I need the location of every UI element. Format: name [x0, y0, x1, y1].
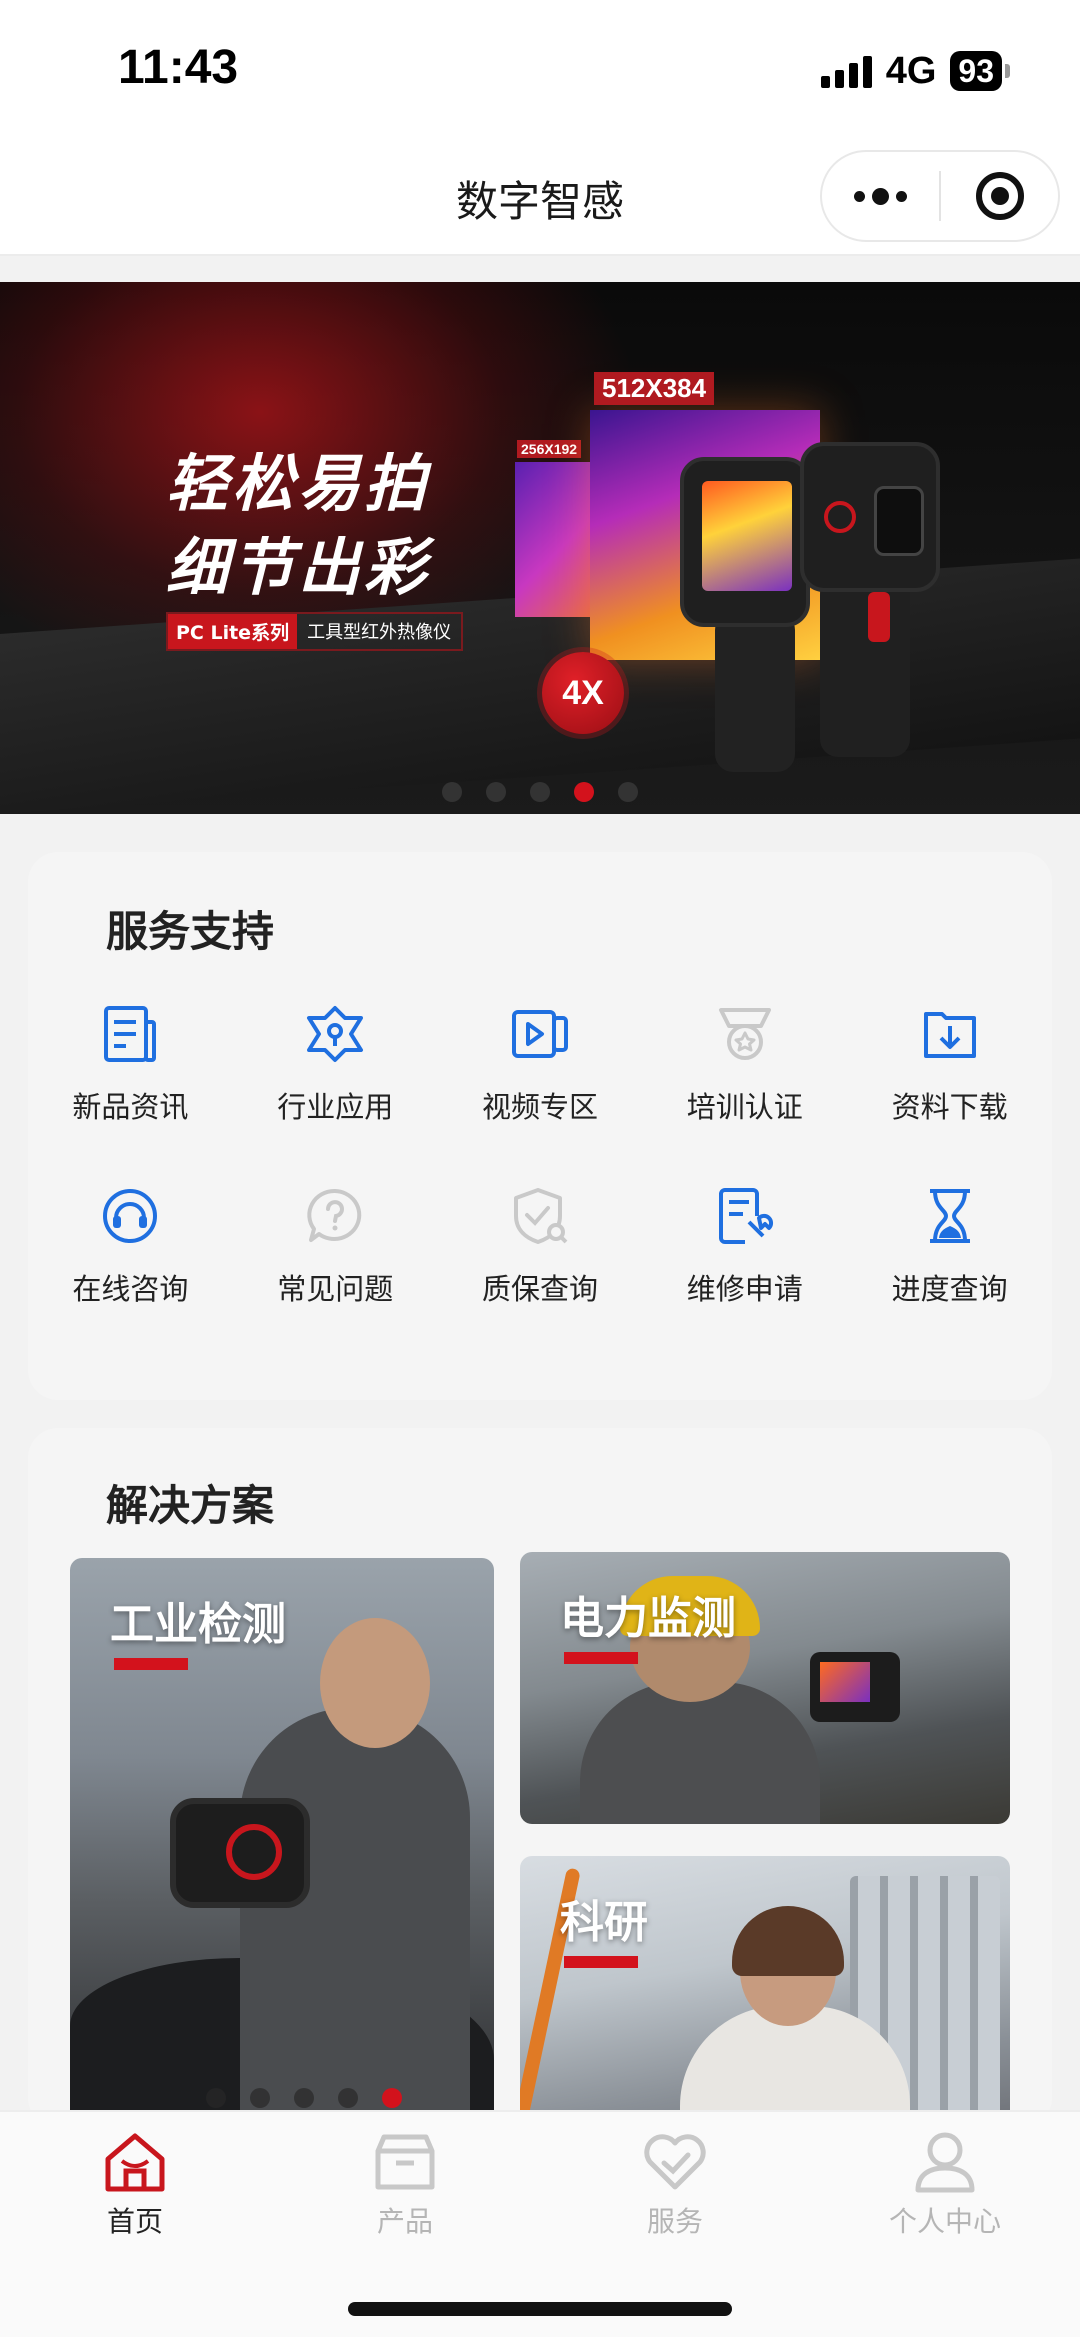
thermal-camera-back	[800, 442, 940, 592]
user-icon	[911, 2128, 979, 2196]
battery-icon: 93	[950, 51, 1010, 91]
industry-app-icon	[303, 1002, 367, 1066]
service-support-card: 服务支持 新品资讯 行业应用 视频专区 培训认证 资料下载 在线咨询 常见问题 …	[28, 852, 1052, 1400]
solution-dot[interactable]	[338, 2088, 358, 2108]
zoom-badge: 4X	[542, 652, 624, 734]
service-item-news[interactable]: 新品资讯	[28, 1002, 233, 1126]
service-section-title: 服务支持	[106, 907, 275, 956]
thermal-camera-front	[680, 457, 810, 627]
service-item-online-consult[interactable]: 在线咨询	[28, 1184, 233, 1308]
service-item-label: 常见问题	[277, 1272, 394, 1306]
banner-dot-active[interactable]	[574, 782, 594, 802]
tab-profile[interactable]: 个人中心	[810, 2128, 1080, 2242]
question-icon	[303, 1184, 367, 1248]
banner-pagination	[0, 782, 1080, 802]
solution-dot-active[interactable]	[382, 2088, 402, 2108]
solutions-section-title: 解决方案	[106, 1481, 275, 1530]
banner-dot[interactable]	[618, 782, 638, 802]
tab-products[interactable]: 产品	[270, 2128, 540, 2242]
service-item-download[interactable]: 资料下载	[847, 1002, 1052, 1126]
warranty-shield-icon	[508, 1184, 572, 1248]
accent-bar	[114, 1658, 188, 1670]
status-time: 11:43	[118, 41, 239, 94]
banner-series-label: PC Lite系列 工具型红外热像仪	[166, 612, 464, 651]
solution-tile-industrial[interactable]: 工业检测	[70, 1558, 494, 2128]
repair-form-icon	[713, 1184, 777, 1248]
box-icon	[371, 2128, 439, 2196]
resolution-large-label: 512X384	[594, 372, 715, 405]
tab-home[interactable]: 首页	[0, 2128, 270, 2242]
battery-level: 93	[950, 51, 1002, 91]
signal-icon	[820, 54, 872, 88]
tab-label: 个人中心	[888, 2205, 1001, 2238]
banner-headline-line1: 轻松易拍	[166, 447, 431, 520]
solution-tile-title: 工业检测	[110, 1599, 286, 1650]
nav-bar: 数字智感	[0, 140, 1080, 256]
solution-tile-research[interactable]: 科研	[520, 1856, 1010, 2128]
service-item-industry[interactable]: 行业应用	[233, 1002, 438, 1126]
more-dots-icon[interactable]	[822, 152, 939, 240]
network-type: 4G	[885, 49, 937, 92]
banner-dot[interactable]	[442, 782, 462, 802]
service-item-label: 新品资讯	[72, 1090, 189, 1124]
status-bar: 11:43 4G 93	[0, 0, 1080, 140]
solution-tile-title: 科研	[560, 1897, 648, 1948]
download-icon	[918, 1002, 982, 1066]
headset-icon	[98, 1184, 162, 1248]
solution-tile-power[interactable]: 电力监测	[520, 1552, 1010, 1824]
service-item-label: 质保查询	[481, 1272, 598, 1306]
news-icon	[98, 1002, 162, 1066]
banner-headline-line2: 细节出彩	[166, 531, 431, 604]
banner-dot[interactable]	[530, 782, 550, 802]
service-grid: 新品资讯 行业应用 视频专区 培训认证 资料下载 在线咨询 常见问题 质保查询 …	[28, 1002, 1052, 1308]
banner-headline: 轻松易拍 细节出彩	[166, 442, 430, 610]
mini-program-close-icon[interactable]	[941, 152, 1058, 240]
resolution-small-label: 256X192	[517, 440, 582, 458]
home-icon	[101, 2128, 169, 2196]
tab-label: 产品	[376, 2205, 433, 2238]
thermal-camera-icon	[810, 1652, 900, 1722]
solution-tile-title: 电力监测	[560, 1593, 736, 1644]
service-item-label: 培训认证	[686, 1090, 803, 1124]
tab-service[interactable]: 服务	[540, 2128, 810, 2242]
home-indicator	[348, 2302, 732, 2316]
service-item-progress[interactable]: 进度查询	[847, 1184, 1052, 1308]
accent-bar	[564, 1652, 638, 1664]
service-item-training[interactable]: 培训认证	[642, 1002, 847, 1126]
service-item-label: 在线咨询	[72, 1272, 189, 1306]
service-item-faq[interactable]: 常见问题	[233, 1184, 438, 1308]
service-item-label: 视频专区	[481, 1090, 598, 1124]
service-item-label: 进度查询	[891, 1272, 1008, 1306]
service-item-label: 维修申请	[686, 1272, 803, 1306]
solution-dot[interactable]	[250, 2088, 270, 2108]
series-tag: PC Lite系列	[168, 614, 298, 649]
heart-check-icon	[641, 2128, 709, 2196]
bottom-tab-bar: 首页 产品 服务 个人中心	[0, 2110, 1080, 2337]
solutions-card: 解决方案 工业检测 电力监测 科研	[28, 1428, 1052, 2128]
service-item-warranty[interactable]: 质保查询	[438, 1184, 643, 1308]
certificate-icon	[713, 1002, 777, 1066]
service-item-video[interactable]: 视频专区	[438, 1002, 643, 1126]
thermal-camera-icon	[170, 1798, 310, 1908]
service-item-label: 行业应用	[277, 1090, 394, 1124]
series-desc: 工具型红外热像仪	[307, 622, 452, 643]
hourglass-icon	[918, 1184, 982, 1248]
tab-label: 首页	[106, 2205, 163, 2238]
solution-dot[interactable]	[206, 2088, 226, 2108]
service-item-repair[interactable]: 维修申请	[642, 1184, 847, 1308]
banner-carousel[interactable]: 轻松易拍 细节出彩 PC Lite系列 工具型红外热像仪 256X192 512…	[0, 282, 1080, 814]
mini-program-capsule	[820, 150, 1060, 242]
status-indicators: 4G 93	[820, 48, 1010, 94]
solutions-pagination	[206, 2088, 402, 2108]
solution-dot[interactable]	[294, 2088, 314, 2108]
banner-dot[interactable]	[486, 782, 506, 802]
service-item-label: 资料下载	[891, 1090, 1008, 1124]
tab-label: 服务	[646, 2205, 703, 2238]
accent-bar	[564, 1956, 638, 1968]
video-icon	[508, 1002, 572, 1066]
